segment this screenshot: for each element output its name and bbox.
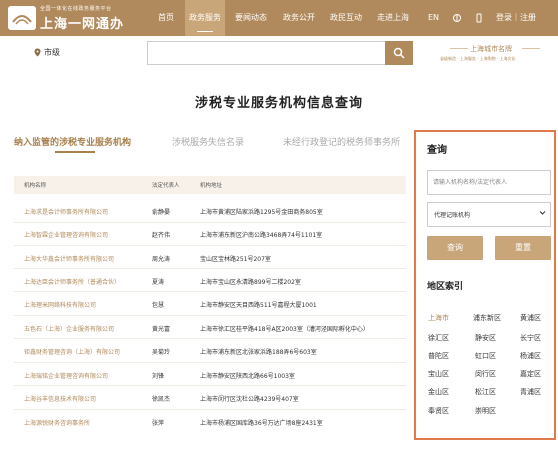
chevron-down-icon bbox=[539, 209, 546, 218]
nav-gov-open[interactable]: 政务公开 bbox=[283, 0, 315, 36]
table-row-address: 上海市静安区天目西路511号嘉程大厦1001 bbox=[200, 302, 317, 309]
region-link[interactable]: 崇明区 bbox=[475, 406, 496, 416]
row-divider bbox=[14, 291, 406, 292]
brand-divider-right bbox=[522, 48, 540, 49]
row-divider bbox=[14, 338, 406, 339]
nav-interaction[interactable]: 政民互动 bbox=[330, 0, 362, 36]
login-register-link[interactable]: 登录｜注册 bbox=[496, 0, 536, 36]
row-divider bbox=[14, 315, 406, 316]
row-divider bbox=[14, 362, 406, 363]
table-row-rep: 包慧 bbox=[152, 302, 165, 309]
nav-about-shanghai[interactable]: 走进上海 bbox=[377, 0, 409, 36]
row-divider bbox=[14, 409, 406, 410]
table-row-address: 上海市闵行区沈杜公路4239号407室 bbox=[200, 396, 299, 403]
table-row-address: 宝山区宝林路251号207室 bbox=[200, 256, 271, 263]
table-row-name[interactable]: 上海智霖企业管理咨询有限公司 bbox=[24, 230, 108, 239]
mobile-icon[interactable] bbox=[474, 13, 484, 23]
table-row-rep: 黄光富 bbox=[152, 326, 171, 333]
row-divider bbox=[14, 245, 406, 246]
region-link[interactable]: 金山区 bbox=[428, 387, 449, 397]
accessibility-icon[interactable] bbox=[452, 13, 462, 23]
region-link[interactable]: 普陀区 bbox=[428, 351, 449, 361]
site-search-input[interactable] bbox=[147, 41, 385, 65]
table-row-address: 上海市浦东新区北张家浜路188弄6号603室 bbox=[200, 349, 317, 356]
city-brand-subtitle: 省级制造 · 上海服务 · 上海购物 · 上海文化 bbox=[440, 56, 516, 61]
region-link[interactable]: 长宁区 bbox=[520, 333, 541, 343]
table-row-name[interactable]: 上海源锐财务咨询事务所 bbox=[24, 418, 90, 427]
search-icon bbox=[393, 47, 405, 59]
table-row-rep: 张萍 bbox=[152, 420, 165, 427]
table-row-rep: 徐凯杰 bbox=[152, 396, 171, 403]
page-title: 涉税专业服务机构信息查询 bbox=[194, 96, 363, 111]
table-row-rep: 周允涛 bbox=[152, 256, 171, 263]
brand-divider-left bbox=[450, 48, 468, 49]
region-link[interactable]: 闵行区 bbox=[475, 369, 496, 379]
language-switch[interactable]: EN bbox=[428, 0, 439, 36]
region-link[interactable]: 宝山区 bbox=[428, 369, 449, 379]
region-link[interactable]: 徐汇区 bbox=[428, 333, 449, 343]
reset-button[interactable]: 重置 bbox=[495, 236, 551, 260]
table-row-name[interactable]: 五色石（上海）企业服务有限公司 bbox=[24, 324, 114, 333]
table-row-rep: 刘锋 bbox=[152, 373, 165, 380]
region-link[interactable]: 奉贤区 bbox=[428, 406, 449, 416]
table-row-name[interactable]: 钜鑫财务管理咨询（上海）有限公司 bbox=[24, 347, 120, 356]
table-row-address: 上海市黄浦区陆家浜路1295号金田商务805室 bbox=[200, 209, 323, 216]
table-row-name[interactable]: 上海大华鑫会计师事务所有限公司 bbox=[24, 254, 114, 263]
table-row-name[interactable]: 上海瑞铭企业管理咨询有限公司 bbox=[24, 371, 108, 380]
region-link[interactable]: 黄浦区 bbox=[520, 313, 541, 323]
region-link[interactable]: 青浦区 bbox=[520, 387, 541, 397]
row-divider bbox=[14, 222, 406, 223]
region-index-title: 地区索引 bbox=[427, 282, 464, 292]
table-row-address: 上海市杨浦区国库路36号万达广场8座2431室 bbox=[200, 420, 323, 427]
table-row-address: 上海市宝山区永清路899号二楼202室 bbox=[200, 279, 301, 286]
nav-gov-services[interactable]: 政务服务 bbox=[185, 0, 225, 36]
table-row-name[interactable]: 上海理米网络科技有限公司 bbox=[24, 300, 96, 309]
region-link[interactable]: 浦东新区 bbox=[473, 313, 501, 323]
table-row-name[interactable]: 上海达臣会计师事务所（普通合伙） bbox=[24, 277, 120, 286]
tab-dishonest-list[interactable]: 涉税服务失信名录 bbox=[172, 135, 244, 148]
tab-regulated-agencies[interactable]: 纳入监管的涉税专业服务机构 bbox=[14, 135, 131, 148]
agency-name-input[interactable] bbox=[427, 170, 551, 195]
brand-title[interactable]: 上海一网通办 bbox=[40, 13, 124, 32]
location-selector[interactable]: 市级 bbox=[44, 47, 60, 58]
city-brand-title[interactable]: 上海城市名牌 bbox=[470, 44, 512, 54]
tab-unregistered-firms[interactable]: 未经行政登记的税务师事务所 bbox=[283, 135, 400, 148]
region-link[interactable]: 松江区 bbox=[475, 387, 496, 397]
region-link[interactable]: 嘉定区 bbox=[520, 369, 541, 379]
site-search-button[interactable] bbox=[385, 41, 413, 65]
table-row-rep: 吴菊玲 bbox=[152, 349, 171, 356]
table-row-address: 上海市静安区陕西北路66号1003室 bbox=[200, 373, 295, 380]
row-divider bbox=[14, 268, 406, 269]
region-link[interactable]: 静安区 bbox=[475, 333, 496, 343]
region-link[interactable]: 杨浦区 bbox=[520, 351, 541, 361]
column-header-rep: 法定代表人 bbox=[152, 183, 180, 189]
table-row-name[interactable]: 上海求是会计师事务所有限公司 bbox=[24, 207, 108, 216]
column-header-name: 机构名称 bbox=[24, 183, 47, 189]
nav-news[interactable]: 要闻动态 bbox=[235, 0, 267, 36]
query-button[interactable]: 查询 bbox=[427, 236, 483, 260]
table-row-rep: 俞静晏 bbox=[152, 209, 171, 216]
location-pin-icon bbox=[34, 48, 41, 59]
active-tab-indicator bbox=[55, 151, 95, 153]
table-row-rep: 赵齐伟 bbox=[152, 232, 171, 239]
region-link[interactable]: 虹口区 bbox=[475, 351, 496, 361]
table-row-name[interactable]: 上海谷丰信息技术有限公司 bbox=[24, 394, 96, 403]
table-row-address: 上海市浦东新区沪南公路3468弄74号1101室 bbox=[200, 232, 323, 239]
region-link-shanghai[interactable]: 上海市 bbox=[428, 313, 449, 323]
nav-home[interactable]: 首页 bbox=[158, 0, 174, 36]
column-header-address: 机构地址 bbox=[200, 183, 223, 189]
query-panel-title: 查询 bbox=[427, 145, 447, 156]
table-row-address: 上海市徐汇区桂平路418号A区2003室（漕河泾国际孵化中心） bbox=[200, 326, 369, 333]
agency-type-selected: 代理记账机构 bbox=[434, 212, 471, 219]
site-logo-icon[interactable] bbox=[8, 6, 36, 30]
brand-subtitle: 全国一体化在线政务服务平台 bbox=[40, 6, 112, 12]
row-divider bbox=[14, 385, 406, 386]
table-row-rep: 夏涛 bbox=[152, 279, 165, 286]
